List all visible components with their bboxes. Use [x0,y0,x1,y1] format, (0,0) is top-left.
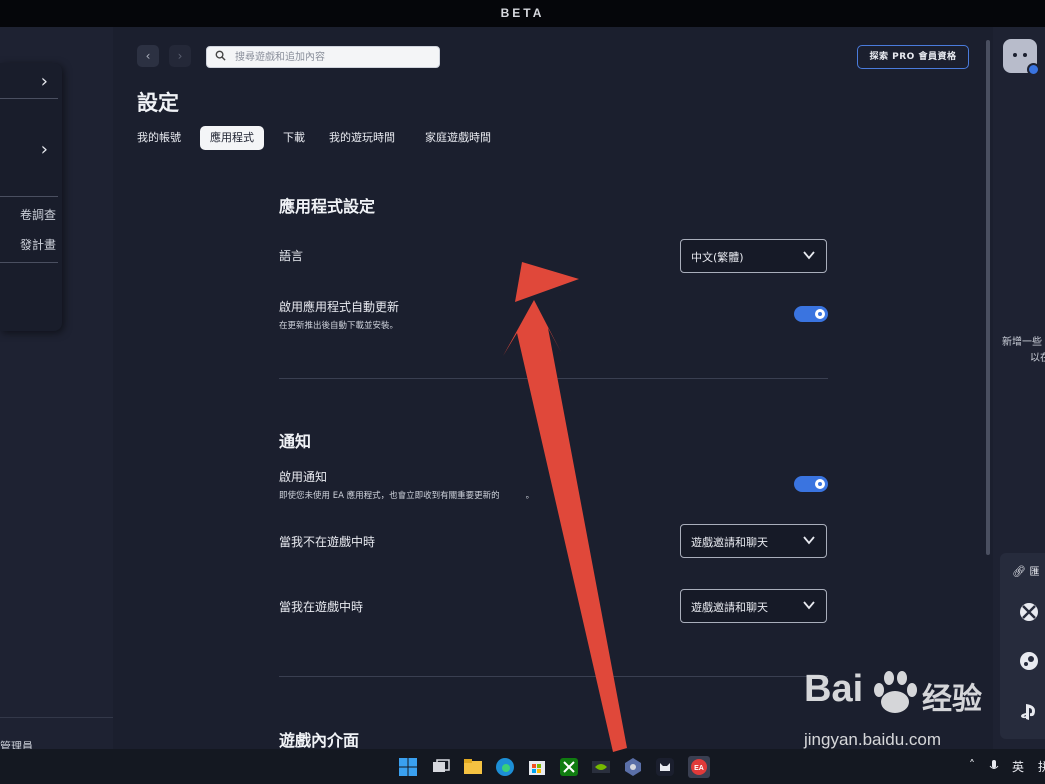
chevron-down-icon [803,601,815,610]
ime-indicator[interactable]: 英 [1012,758,1024,775]
xbox-app-icon[interactable] [558,756,580,778]
baidu-paw-icon [874,671,917,713]
toggle-knob [815,479,825,489]
xbox-icon[interactable] [1018,601,1040,623]
auto-update-label: 啟用應用程式自動更新 [279,300,400,314]
title-bar: BETA [0,0,1045,27]
enable-notifications-description-tail: 。 [525,491,535,501]
in-game-label: 當我在遊戲中時 [279,600,364,614]
flyout-item-2[interactable]: › [0,133,58,163]
app-settings-heading: 應用程式設定 [279,197,376,216]
divider [0,196,58,197]
cat-app-icon[interactable] [654,756,676,778]
language-select[interactable]: 中文(繁體) [680,239,827,273]
chevron-right-icon: › [40,71,48,92]
search-input[interactable] [233,49,435,66]
microsoft-store-icon[interactable] [526,756,548,778]
nvidia-icon[interactable] [590,756,612,778]
left-sidebar: › › 卷調查 發計畫 管理員 [0,27,113,753]
baidu-watermark: Bai 经验 jingyan.baidu.com [800,668,1000,768]
avatar-eye [1023,53,1027,57]
back-button[interactable]: ‹ [137,45,159,67]
forward-button[interactable]: › [169,45,191,67]
notifications-heading: 通知 [279,432,312,451]
beta-label: BETA [500,6,545,20]
link-icon: 🔗︎ [1012,565,1026,578]
flyout-item-1[interactable]: › [0,65,58,95]
in-game-overlay-heading: 遊戲內介面 [279,731,360,750]
status-badge [1027,63,1040,76]
section-divider [279,676,828,677]
not-in-game-label: 當我不在遊戲中時 [279,535,376,549]
friends-empty-text-2: 以在 [1030,353,1045,364]
chevron-down-icon [803,251,815,260]
search-bar[interactable] [206,46,440,68]
tab-downloads[interactable]: 下載 [283,126,305,150]
chevron-left-icon: ‹ [145,49,151,63]
tab-my-account[interactable]: 我的帳號 [137,126,181,150]
enable-notifications-label: 啟用通知 [279,470,328,484]
platform-link-card: 🔗︎ 匯 [1000,553,1045,739]
chevron-down-icon [803,536,815,545]
edge-icon[interactable] [494,756,516,778]
steam-icon[interactable] [1018,650,1040,672]
notifications-toggle[interactable] [794,476,828,492]
language-select-value: 中文(繁體) [691,251,744,264]
language-label: 語言 [279,249,304,263]
flyout-item-survey[interactable]: 卷調查 [20,206,56,223]
enable-notifications-description-main: 即使您未使用 EA 應用程式，也會立即收到有關重要更新的 [279,491,500,501]
flyout-item-dev-plan[interactable]: 發計畫 [20,236,56,253]
in-game-select[interactable]: 遊戲邀請和聊天 [680,589,827,623]
svg-text:EA: EA [694,765,704,772]
not-in-game-select-value: 遊戲邀請和聊天 [691,536,768,549]
search-icon [215,50,226,64]
toggle-knob [815,309,825,319]
playstation-icon[interactable] [1018,701,1040,723]
divider [0,98,58,99]
ea-app-icon[interactable]: EA [688,756,710,778]
enable-notifications-description: 即使您未使用 EA 應用程式，也會立即收到有關重要更新的 。 [279,489,534,501]
app-icon[interactable] [622,756,644,778]
sidebar-flyout-menu: › › 卷調查 發計畫 [0,63,62,331]
link-accounts-label: 匯 [1029,567,1040,578]
divider [0,262,58,263]
page-title: 設定 [137,91,179,115]
friends-empty-text-1: 新增一些 [1002,337,1042,348]
task-view-icon[interactable] [430,756,452,778]
windows-start-icon[interactable] [397,756,419,778]
watermark-brand-cn: 经验 [922,682,982,717]
chevron-right-icon: › [40,139,48,160]
watermark-url: jingyan.baidu.com [804,730,942,749]
explore-pro-button[interactable]: 探索 PRO 會員資格 [857,45,969,69]
not-in-game-select[interactable]: 遊戲邀請和聊天 [680,524,827,558]
auto-update-toggle[interactable] [794,306,828,322]
watermark-brand: Bai [804,668,864,710]
tab-application[interactable]: 應用程式 [200,126,264,150]
file-explorer-icon[interactable] [462,756,484,778]
avatar-eye [1013,53,1017,57]
ime-mode[interactable]: 拼 [1038,758,1045,775]
auto-update-description: 在更新推出後自動下載並安裝。 [279,321,399,331]
main-content: ‹ › 探索 PRO 會員資格 設定 我的帳號 應用程式 下載 我的遊玩時間 家… [113,27,985,750]
section-divider [279,378,828,379]
tab-my-playtime[interactable]: 我的遊玩時間 [329,126,395,150]
link-accounts-row[interactable]: 🔗︎ 匯 [1012,563,1039,578]
avatar[interactable] [1003,39,1040,76]
chevron-right-icon: › [177,49,183,63]
main-scrollbar[interactable] [986,40,990,555]
tab-family-playtime[interactable]: 家庭遊戲時間 [425,126,491,150]
in-game-select-value: 遊戲邀請和聊天 [691,601,768,614]
